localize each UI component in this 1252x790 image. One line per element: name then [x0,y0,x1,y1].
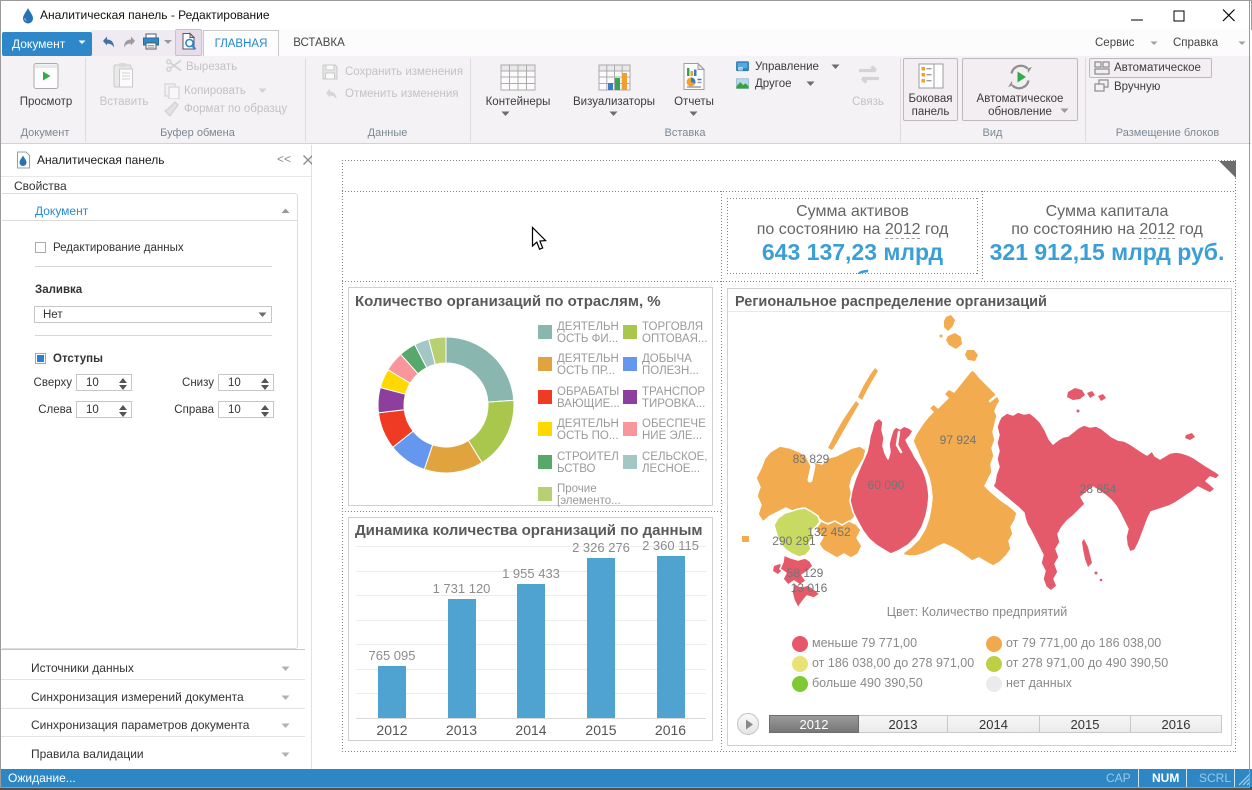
svg-text:OK: OK [739,67,743,71]
